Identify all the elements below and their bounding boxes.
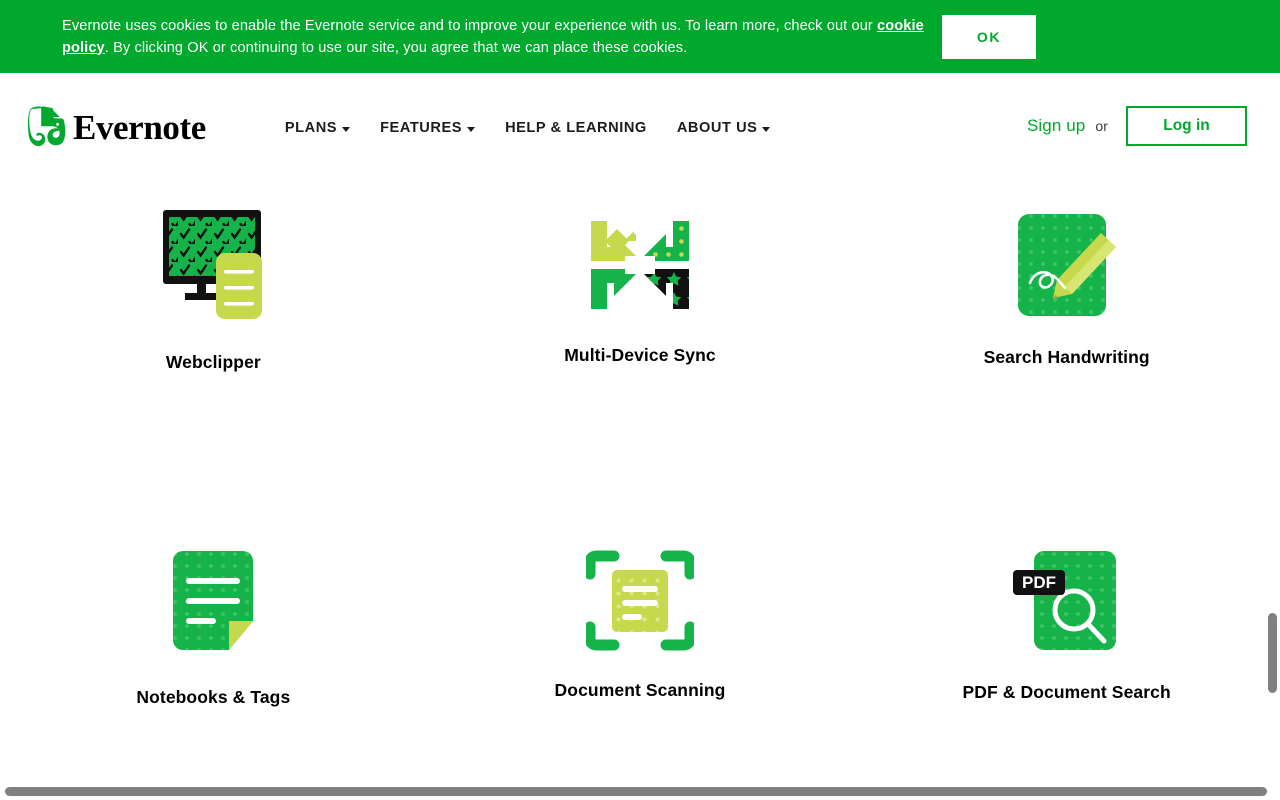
feature-card-multi-device-sync[interactable]: Multi-Device Sync — [427, 180, 854, 520]
chevron-down-icon — [342, 126, 351, 132]
auth-actions: Sign up or Log in — [1027, 105, 1247, 146]
feature-grid: Webclipper Multi-Device Sync Search Hand… — [0, 180, 1280, 770]
horizontal-scrollbar-track[interactable] — [0, 783, 1280, 800]
cookie-accept-button[interactable]: OK — [942, 14, 1036, 59]
cookie-consent-text: Evernote uses cookies to enable the Ever… — [62, 15, 942, 59]
log-in-button[interactable]: Log in — [1126, 105, 1247, 146]
elephant-icon — [28, 105, 66, 148]
auth-separator-label: or — [1095, 117, 1108, 134]
nav-item-help-and-learning-label: HELP & LEARNING — [505, 119, 647, 136]
webclipper-icon — [148, 205, 278, 325]
document-scanning-icon — [575, 540, 705, 660]
search-handwriting-icon — [1002, 205, 1132, 325]
feature-label-pdf-document-search: PDF & Document Search — [962, 682, 1171, 702]
cookie-text-before-link: Evernote uses cookies to enable the Ever… — [62, 17, 878, 34]
nav-item-features[interactable]: FEATURES — [380, 119, 476, 136]
feature-label-search-handwriting: Search Handwriting — [983, 347, 1150, 367]
vertical-scrollbar-track[interactable] — [1265, 73, 1280, 785]
nav-item-features-label: FEATURES — [380, 119, 463, 136]
multi-device-sync-icon — [575, 205, 705, 325]
pdf-badge-label: PDF — [1022, 573, 1056, 592]
pdf-document-search-icon: PDF — [1002, 540, 1132, 660]
feature-card-notebooks-tags[interactable]: Notebooks & Tags — [0, 520, 427, 770]
cookie-text-after-link: . By clicking OK or continuing to use ou… — [104, 39, 688, 56]
feature-card-document-scanning[interactable]: Document Scanning — [427, 520, 854, 770]
main-navigation: PLANS FEATURES HELP & LEARNING ABOUT US — [285, 120, 771, 136]
evernote-logo[interactable]: Evernote — [28, 105, 206, 148]
feature-label-webclipper: Webclipper — [165, 352, 261, 372]
feature-card-webclipper[interactable]: Webclipper — [0, 180, 427, 520]
feature-label-multi-device-sync: Multi-Device Sync — [564, 345, 716, 365]
feature-label-notebooks-tags: Notebooks & Tags — [136, 687, 291, 707]
brand-wordmark: Evernote — [73, 108, 206, 147]
chevron-down-icon — [467, 126, 476, 132]
nav-item-about-us-label: ABOUT US — [676, 119, 758, 136]
feature-card-search-handwriting[interactable]: Search Handwriting — [853, 180, 1280, 520]
vertical-scrollbar-thumb[interactable] — [1268, 613, 1277, 693]
nav-item-plans-label: PLANS — [284, 119, 338, 136]
feature-label-document-scanning: Document Scanning — [554, 680, 726, 700]
nav-item-help-and-learning[interactable]: HELP & LEARNING — [505, 120, 647, 136]
nav-item-about-us[interactable]: ABOUT US — [677, 120, 771, 136]
chevron-down-icon — [762, 126, 771, 132]
horizontal-scrollbar-thumb[interactable] — [5, 787, 1267, 796]
notebooks-tags-icon — [148, 540, 278, 660]
nav-item-plans[interactable]: PLANS — [284, 119, 351, 136]
feature-card-pdf-document-search[interactable]: PDF PDF & Document Search — [853, 520, 1280, 770]
sign-up-link[interactable]: Sign up — [1027, 116, 1085, 136]
cookie-consent-banner: Evernote uses cookies to enable the Ever… — [0, 0, 1280, 73]
site-header: Evernote PLANS FEATURES HELP & LEARNING … — [0, 73, 1280, 180]
